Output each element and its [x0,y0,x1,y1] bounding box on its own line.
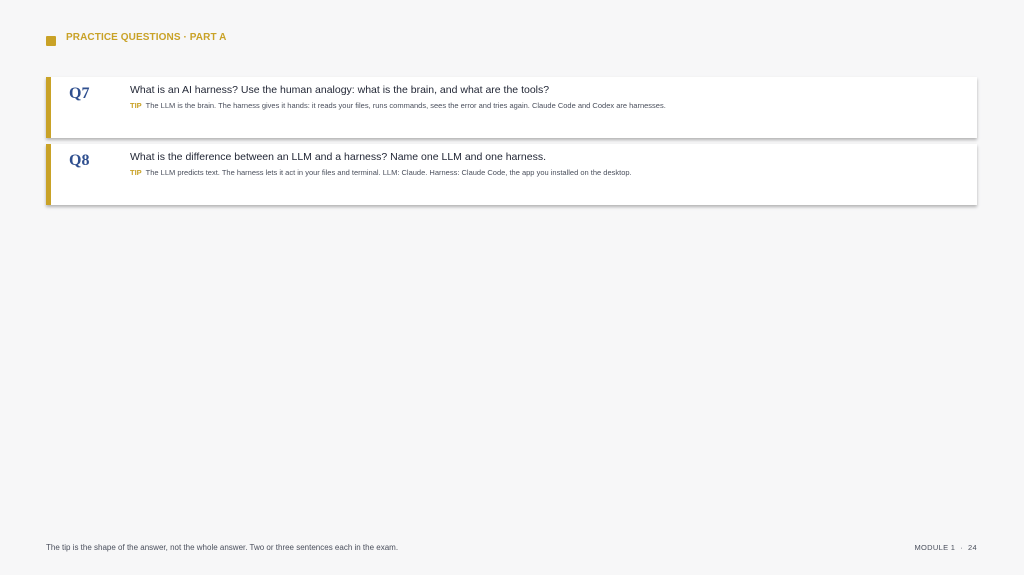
question-number: Q8 [69,152,90,169]
footer-note: The tip is the shape of the answer, not … [46,543,399,552]
question-card-q8: Q8 What is the difference between an LLM… [46,144,977,205]
module-label: MODULE 1 [914,543,956,552]
section-marker-icon [46,36,56,46]
section-header: PRACTICE QUESTIONS · PART A [46,28,226,46]
question-card-q7: Q7 What is an AI harness? Use the human … [46,77,977,138]
page-separator: · [960,543,964,552]
page-number: 24 [968,543,977,552]
question-text: What is an AI harness? Use the human ana… [130,84,550,96]
tip-label: TIP [130,101,142,110]
tip-row: TIP The LLM is the brain. The harness giv… [130,101,666,110]
question-text: What is the difference between an LLM an… [130,151,546,163]
tip-row: TIP The LLM predicts text. The harness le… [130,168,632,177]
tip-text: The LLM predicts text. The harness lets … [145,168,632,177]
tip-text: The LLM is the brain. The harness gives … [145,101,666,110]
section-title: PRACTICE QUESTIONS · PART A [66,31,227,43]
tip-label: TIP [130,168,142,177]
slide: PRACTICE QUESTIONS · PART A Q7 What is a… [0,0,1024,575]
question-number: Q7 [69,85,90,102]
page-indicator: MODULE 1 · 24 [914,543,977,552]
